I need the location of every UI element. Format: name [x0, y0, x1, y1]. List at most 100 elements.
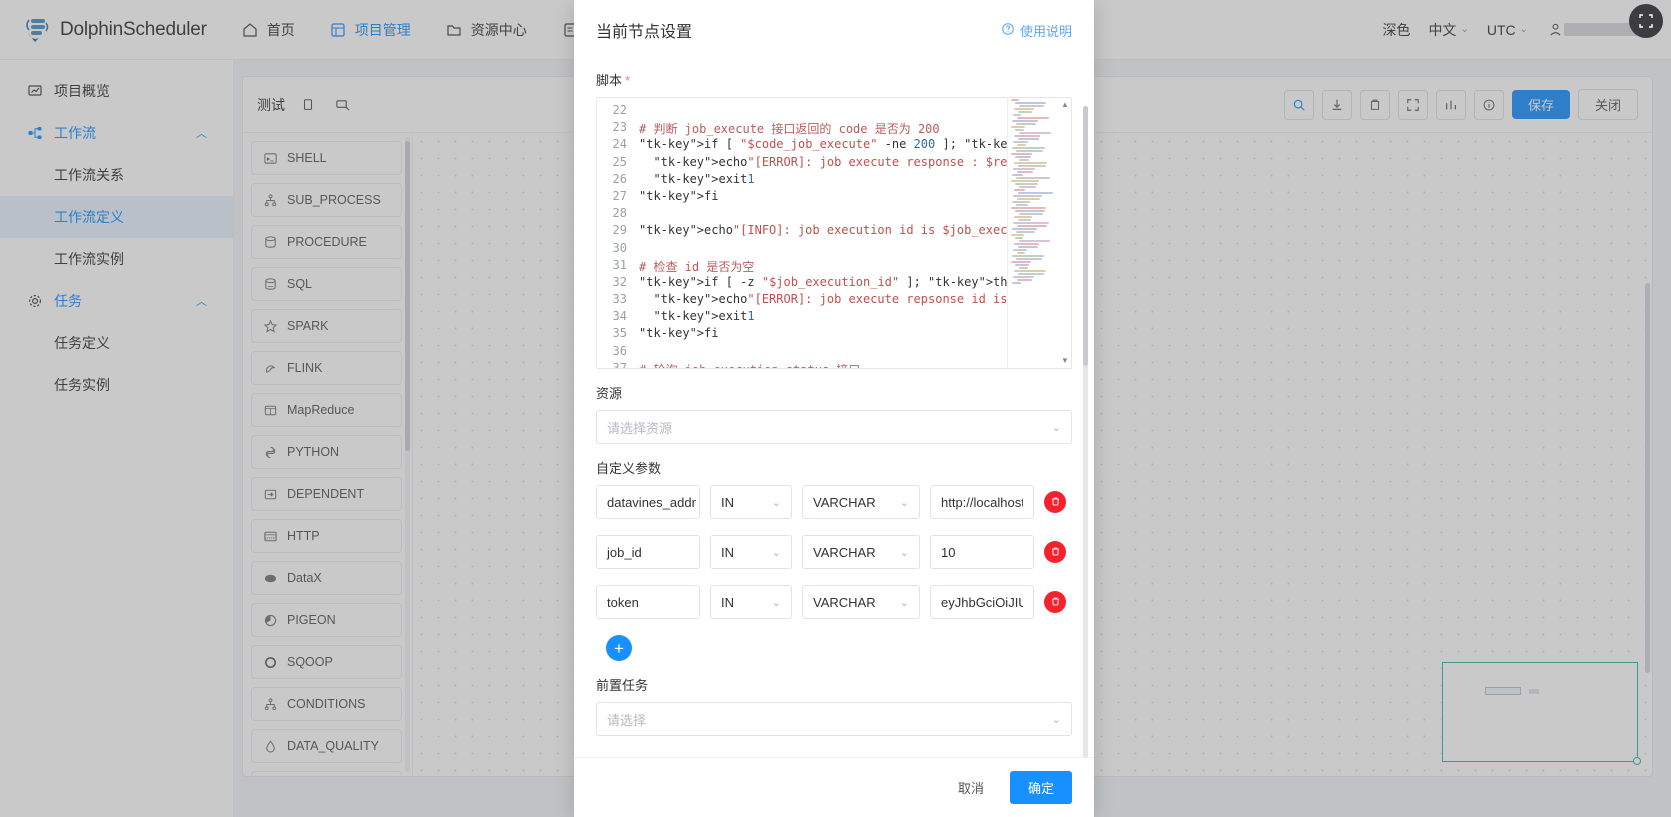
screen-capture-badge[interactable] — [1629, 4, 1663, 38]
chevron-down-icon: ⌄ — [1051, 421, 1061, 434]
chevron-down-icon: ⌄ — [899, 496, 909, 509]
minimap-line — [1018, 138, 1039, 140]
minimap-line — [1013, 249, 1027, 251]
modal-scrollbar-thumb[interactable] — [1083, 106, 1088, 366]
minimap-line — [1013, 114, 1022, 116]
minimap-line — [1012, 120, 1038, 122]
add-param-button[interactable]: + — [606, 635, 632, 661]
pre-tasks-select[interactable]: 请选择 ⌄ — [596, 702, 1072, 736]
param-type-select[interactable]: VARCHAR ⌄ — [802, 535, 920, 569]
resource-select[interactable]: 请选择资源 ⌄ — [596, 410, 1072, 444]
line-text: "tk-key">echo — [653, 154, 748, 169]
line-number: 27 — [612, 188, 627, 203]
param-direct-select[interactable]: IN ⌄ — [710, 535, 792, 569]
code-line: 27 "tk-key">fi — [597, 189, 1007, 206]
line-text: # 轮询 job execution status 接口 — [639, 361, 860, 368]
line-text: "tk-key">exit — [653, 171, 748, 186]
param-type-select[interactable]: VARCHAR ⌄ — [802, 485, 920, 519]
line-text: # 判断 job_execute 接口返回的 code 是否为 200 — [639, 122, 940, 137]
line-number: 29 — [612, 223, 627, 238]
node-settings-modal: 当前节点设置 使用说明 脚本 * 22 23 # 判断 job_execute 接口返… — [574, 0, 1094, 817]
custom-param-row: token IN ⌄ VARCHAR ⌄ eyJhbGciOiJIUz — [596, 585, 1072, 619]
script-editor-scrollbar[interactable]: ▲ ▼ — [1059, 98, 1071, 368]
minimap-line — [1018, 165, 1046, 167]
line-number: 35 — [612, 326, 627, 341]
line-number: 30 — [612, 240, 627, 255]
param-direct-select[interactable]: IN ⌄ — [710, 485, 792, 519]
line-number: 23 — [612, 120, 627, 135]
custom-param-row: job_id IN ⌄ VARCHAR ⌄ 10 — [596, 535, 1072, 569]
line-text: "tk-key">echo — [639, 223, 733, 238]
chevron-down-icon: ⌄ — [1051, 713, 1061, 726]
code-line: 25 "tk-key">echo "[ERROR]: job execute r… — [597, 155, 1007, 172]
usage-instructions-link[interactable]: 使用说明 — [1001, 21, 1072, 40]
minimap-line — [1019, 105, 1045, 107]
param-value-input[interactable]: 10 — [930, 535, 1034, 569]
line-number: 32 — [612, 274, 627, 289]
trash-icon — [1050, 545, 1061, 560]
usage-instructions-label: 使用说明 — [1019, 23, 1072, 39]
script-editor-code[interactable]: 22 23 # 判断 job_execute 接口返回的 code 是否为 200 2… — [597, 98, 1007, 368]
minimap-line — [1019, 267, 1028, 269]
modal-scrollbar-track[interactable] — [1083, 106, 1088, 757]
script-label-text: 脚本 — [596, 73, 623, 88]
modal-footer: 取消 确定 — [574, 757, 1094, 817]
minimap-line — [1014, 135, 1041, 137]
chevron-down-icon: ⌄ — [771, 546, 781, 559]
param-prop-value: datavines_addr — [607, 494, 696, 510]
line-number: 22 — [612, 103, 627, 117]
delete-param-button[interactable] — [1044, 491, 1066, 513]
minimap-line — [1019, 240, 1050, 242]
modal-title: 当前节点设置 — [596, 24, 693, 41]
minimap-line — [1018, 273, 1045, 275]
script-editor[interactable]: 22 23 # 判断 job_execute 接口返回的 code 是否为 200 2… — [596, 97, 1072, 369]
cancel-button[interactable]: 取消 — [943, 771, 998, 804]
minimap-line — [1011, 153, 1033, 155]
code-line: 37 # 轮询 job execution status 接口 — [597, 361, 1007, 368]
chevron-down-icon: ⌄ — [899, 546, 909, 559]
chevron-down-icon[interactable]: ▼ — [1060, 356, 1070, 366]
param-prop-input[interactable]: datavines_addr — [596, 485, 700, 519]
line-number: 33 — [612, 292, 627, 307]
minimap-line — [1017, 252, 1026, 254]
param-prop-input[interactable]: job_id — [596, 535, 700, 569]
line-text: "tk-key">fi — [639, 188, 719, 203]
minimap-line — [1014, 108, 1034, 110]
minimap-line — [1014, 270, 1047, 272]
resource-field-label: 资源 — [596, 386, 623, 401]
param-prop-input[interactable]: token — [596, 585, 700, 619]
param-value-text: eyJhbGciOiJIUz — [941, 594, 1023, 610]
required-mark: * — [625, 73, 631, 88]
minimap-line — [1018, 246, 1038, 248]
minimap-line — [1019, 186, 1036, 188]
chevron-down-icon: ⌄ — [771, 496, 781, 509]
param-direct-value: IN — [721, 594, 734, 610]
minimap-line — [1018, 192, 1053, 194]
param-value-input[interactable]: http://localhost — [930, 485, 1034, 519]
param-type-select[interactable]: VARCHAR ⌄ — [802, 585, 920, 619]
line-number: 24 — [612, 137, 627, 152]
minimap-line — [1011, 234, 1025, 236]
line-text: "tk-key">echo — [653, 292, 748, 307]
line-text: "tk-key">if — [639, 274, 719, 289]
chevron-up-icon[interactable]: ▲ — [1060, 100, 1070, 110]
minimap-line — [1012, 255, 1044, 257]
param-direct-value: IN — [721, 544, 734, 560]
line-number: 37 — [612, 360, 627, 368]
code-line: 31 # 检查 id 是否为空 — [597, 258, 1007, 275]
code-line: 28 — [597, 206, 1007, 223]
param-value-text: http://localhost — [941, 494, 1023, 510]
code-line: 36 — [597, 344, 1007, 361]
modal-body[interactable]: 脚本 * 22 23 # 判断 job_execute 接口返回的 code 是否为 … — [574, 48, 1094, 757]
pre-tasks-label: 前置任务 — [596, 678, 649, 693]
delete-param-button[interactable] — [1044, 591, 1066, 613]
minimap-line — [1015, 129, 1024, 131]
minimap-line — [1015, 102, 1046, 104]
delete-param-button[interactable] — [1044, 541, 1066, 563]
param-value-input[interactable]: eyJhbGciOiJIUz — [930, 585, 1034, 619]
param-direct-select[interactable]: IN ⌄ — [710, 585, 792, 619]
confirm-button[interactable]: 确定 — [1009, 771, 1072, 804]
minimap-line — [1017, 279, 1033, 281]
line-number: 25 — [612, 154, 627, 169]
minimap-line — [1011, 207, 1047, 209]
